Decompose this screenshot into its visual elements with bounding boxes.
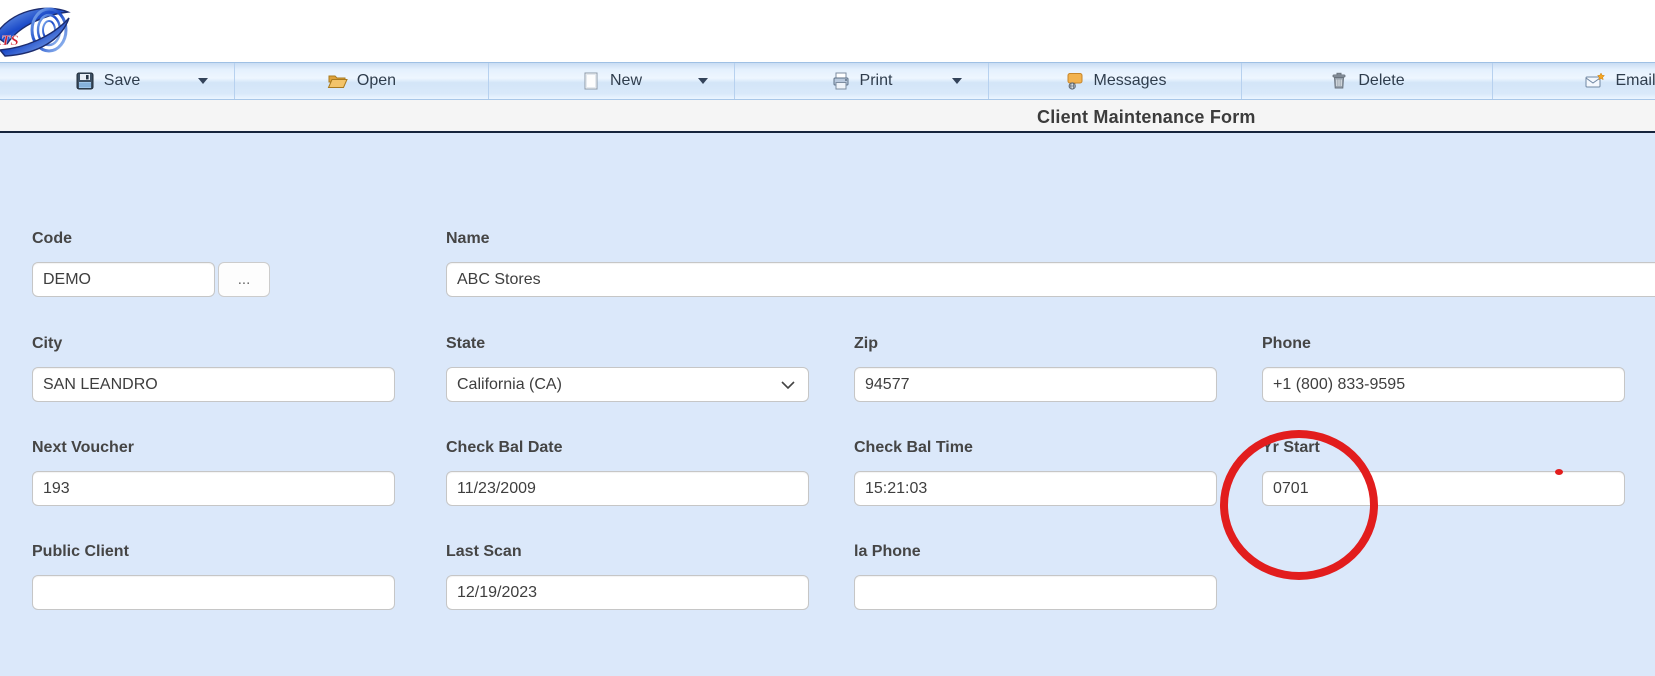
field-city: City [32, 334, 395, 402]
zip-input[interactable] [854, 367, 1217, 402]
new-document-icon [581, 71, 601, 91]
check-bal-time-input[interactable] [854, 471, 1217, 506]
la-phone-label: la Phone [854, 542, 1217, 561]
code-label: Code [32, 229, 215, 248]
field-check-bal-time: Check Bal Time [854, 438, 1217, 506]
check-bal-date-label: Check Bal Date [446, 438, 809, 457]
zip-label: Zip [854, 334, 1217, 353]
toolbar-button-email[interactable]: Email [1493, 63, 1655, 99]
name-input[interactable] [446, 262, 1655, 297]
city-label: City [32, 334, 395, 353]
field-public-client: Public Client [32, 542, 395, 610]
last-scan-label: Last Scan [446, 542, 809, 561]
field-code: Code [32, 229, 215, 297]
code-lookup-button[interactable]: ... [218, 262, 270, 297]
city-input[interactable] [32, 367, 395, 402]
next-voucher-input[interactable] [32, 471, 395, 506]
field-phone: Phone [1262, 334, 1625, 402]
toolbar-button-messages[interactable]: Messages [989, 63, 1242, 99]
open-folder-icon [327, 71, 348, 91]
toolbar-delete-label: Delete [1358, 72, 1404, 90]
client-maintenance-window: ATS Save [0, 0, 1655, 676]
yr-start-label: Yr Start [1262, 438, 1625, 457]
field-yr-start: Yr Start [1262, 438, 1625, 506]
field-next-voucher: Next Voucher [32, 438, 395, 506]
toolbar-email-label: Email [1615, 72, 1655, 90]
print-dropdown-arrow-icon[interactable] [952, 78, 962, 84]
delete-icon [1329, 71, 1349, 91]
la-phone-input[interactable] [854, 575, 1217, 610]
toolbar-print-label: Print [860, 72, 893, 90]
toolbar-button-save[interactable]: Save [0, 63, 235, 99]
messages-icon [1064, 71, 1085, 91]
field-name: Name [446, 229, 1655, 297]
field-la-phone: la Phone [854, 542, 1217, 610]
toolbar-save-label: Save [104, 72, 140, 90]
field-check-bal-date: Check Bal Date [446, 438, 809, 506]
last-scan-input[interactable] [446, 575, 809, 610]
app-header: ATS [0, 0, 1655, 62]
toolbar-new-label: New [610, 72, 642, 90]
state-select[interactable]: California (CA) [446, 367, 809, 402]
form-title-bar: Client Maintenance Form [0, 100, 1655, 133]
check-bal-time-label: Check Bal Time [854, 438, 1217, 457]
save-dropdown-arrow-icon[interactable] [198, 78, 208, 84]
field-state: State California (CA) [446, 334, 809, 402]
email-icon [1584, 71, 1606, 91]
field-zip: Zip [854, 334, 1217, 402]
print-icon [831, 71, 851, 91]
code-input[interactable] [32, 262, 215, 297]
phone-input[interactable] [1262, 367, 1625, 402]
toolbar-open-label: Open [357, 72, 396, 90]
new-dropdown-arrow-icon[interactable] [698, 78, 708, 84]
toolbar-button-delete[interactable]: Delete [1242, 63, 1493, 99]
yr-start-input[interactable] [1262, 471, 1625, 506]
save-icon [75, 71, 95, 91]
state-label: State [446, 334, 809, 353]
page-title: Client Maintenance Form [1037, 107, 1256, 128]
ats-logo: ATS [0, 3, 84, 65]
name-label: Name [446, 229, 1655, 248]
public-client-label: Public Client [32, 542, 395, 561]
toolbar: Save Open New [0, 62, 1655, 100]
logo-text: ATS [0, 33, 19, 49]
public-client-input[interactable] [32, 575, 395, 610]
toolbar-button-open[interactable]: Open [235, 63, 489, 99]
toolbar-button-print[interactable]: Print [735, 63, 989, 99]
next-voucher-label: Next Voucher [32, 438, 395, 457]
field-last-scan: Last Scan [446, 542, 809, 610]
toolbar-button-new[interactable]: New [489, 63, 735, 99]
check-bal-date-input[interactable] [446, 471, 809, 506]
phone-label: Phone [1262, 334, 1625, 353]
toolbar-messages-label: Messages [1094, 72, 1167, 90]
